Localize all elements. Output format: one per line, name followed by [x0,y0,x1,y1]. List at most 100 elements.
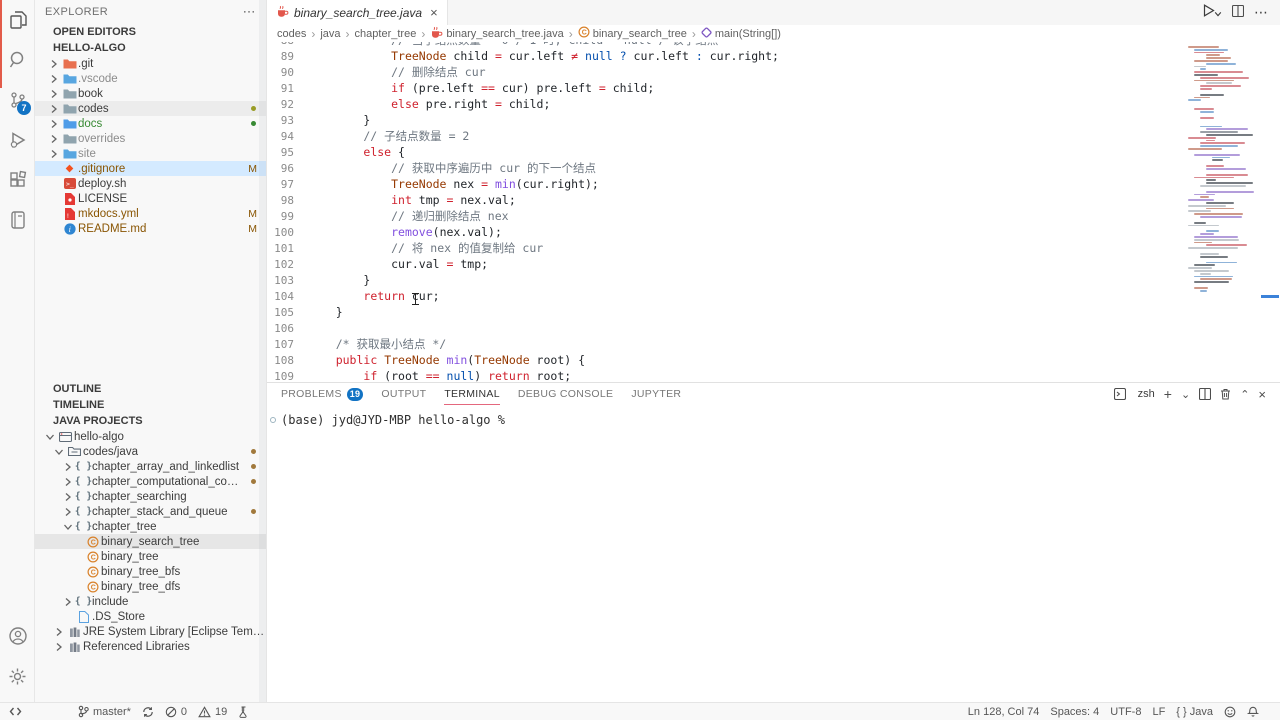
remote-status[interactable] [8,706,23,717]
tree-item-hello-algo[interactable]: hello-algo [35,429,266,444]
tree-item-codes-java[interactable]: codes/java [35,444,266,459]
panel-tab-terminal[interactable]: TERMINAL [444,383,500,405]
breadcrumb-item[interactable]: java [320,28,340,40]
tree-item-chapter_computational_complexity[interactable]: { }chapter_computational_complexity [35,474,266,489]
terminal-dropdown-icon[interactable]: ⌄ [1181,388,1190,401]
shell-name[interactable]: zsh [1138,388,1155,400]
section-outline[interactable]: OUTLINE [35,381,266,397]
search-icon[interactable] [0,40,35,80]
account-icon[interactable] [0,616,35,656]
kill-terminal-icon[interactable] [1220,388,1231,400]
panel-tab-output[interactable]: OUTPUT [381,383,426,405]
code-line-98: 98 int tmp = nex.val; [267,192,1188,208]
line-number: 97 [267,177,308,193]
branch-status[interactable]: master* [78,705,131,718]
beaker-status[interactable] [238,706,249,718]
tree-item-chapter_searching[interactable]: { }chapter_searching [35,489,266,504]
source-control-icon[interactable]: 7 [0,80,35,120]
lf-status[interactable]: LF [1152,706,1165,718]
code-line-106: 106 [267,320,1188,336]
terminal[interactable]: (base) jyd@JYD-MBP hello-algo % [267,405,1280,427]
remote-icon [8,706,23,717]
section-timeline[interactable]: TIMELINE [35,397,266,413]
warning-status[interactable]: 19 [198,706,227,718]
tab-binary-search-tree[interactable]: binary_search_tree.java × [267,0,448,25]
editor-more-actions-icon[interactable]: ⋯ [1254,4,1268,21]
tree-item-site[interactable]: site [35,146,266,161]
panel-tab-problems[interactable]: PROBLEMS19 [281,383,363,405]
split-terminal-icon[interactable] [1199,388,1211,400]
tree-item-binary_tree_dfs[interactable]: Cbinary_tree_dfs [35,579,266,594]
tree-item-book[interactable]: book [35,86,266,101]
tree-item-label: hello-algo [74,431,266,443]
status-label: Ln 128, Col 74 [968,706,1040,718]
tree-item-include[interactable]: { }include [35,594,266,609]
settings-icon[interactable] [0,656,35,696]
close-tab-icon[interactable]: × [430,5,438,20]
minimap[interactable] [1186,42,1256,300]
tree-item-chapter_tree[interactable]: { }chapter_tree [35,519,266,534]
line-number: 90 [267,65,308,81]
code-line-97: 97 TreeNode nex = min(cur.right); [267,176,1188,192]
maximize-panel-icon[interactable]: ⌃ [1240,388,1249,401]
overview-ruler[interactable] [1260,42,1280,382]
tree-item-chapter_stack_and_queue[interactable]: { }chapter_stack_and_queue [35,504,266,519]
tree-item-overrides[interactable]: overrides [35,131,266,146]
tree-item-readme.md[interactable]: iREADME.mdM [35,221,266,236]
spaces-4-status[interactable]: Spaces: 4 [1050,706,1099,718]
breadcrumb-item[interactable]: chapter_tree [355,28,417,40]
breadcrumb-item[interactable]: main(String[]) [701,27,781,41]
split-editor-icon[interactable] [1232,4,1244,22]
notebook-icon[interactable] [0,200,35,240]
breadcrumb-item[interactable]: binary_search_tree.java [430,26,563,42]
code-editor[interactable]: 88 // 当子结点数量 = 0 / 1 时, child = null / 该… [267,42,1280,382]
feedback-status[interactable] [1224,706,1236,718]
breadcrumb-separator: › [311,27,315,41]
error-status[interactable]: 0 [165,706,187,718]
tree-item-binary_search_tree[interactable]: Cbinary_search_tree [35,534,266,549]
tree-item-label: binary_tree [101,551,266,563]
views-more-actions-button[interactable]: ⋯ [243,4,256,20]
tree-item-.ds_store[interactable]: .DS_Store [35,609,266,624]
line-number: 104 [267,289,308,305]
panel-tab-debug-console[interactable]: DEBUG CONSOLE [518,383,614,405]
panel-tab-jupyter[interactable]: JUPYTER [631,383,681,405]
tree-item-license[interactable]: LICENSE [35,191,266,206]
sync-status[interactable] [142,706,154,718]
tree-item-.git[interactable]: .git [35,56,266,71]
-java-status[interactable]: { } Java [1176,706,1213,718]
tree-item-docs[interactable]: docs [35,116,266,131]
close-panel-icon[interactable]: × [1258,387,1266,402]
ln-128-col-74-status[interactable]: Ln 128, Col 74 [968,706,1040,718]
tree-item-codes[interactable]: codes [35,101,266,116]
code-line-95: 95 else { [267,144,1188,160]
bell-status[interactable] [1247,706,1259,718]
code-line-99: 99 // 递归删除结点 nex [267,208,1188,224]
tree-item-binary_tree_bfs[interactable]: Cbinary_tree_bfs [35,564,266,579]
tree-item-.gitignore[interactable]: .gitignoreM [35,161,266,176]
section-root-folder[interactable]: HELLO-ALGO [35,40,266,56]
tree-item-mkdocs.yml[interactable]: !mkdocs.ymlM [35,206,266,221]
run-java-button[interactable] [1201,3,1222,23]
tree-item-jre-system-library-eclipse-temurin-17-17....[interactable]: JRE System Library [Eclipse Temurin 17 [… [35,624,266,639]
tree-item-deploy.sh[interactable]: >_deploy.sh [35,176,266,191]
change-dot-badge [251,479,256,484]
section-open-editors[interactable]: OPEN EDITORS [35,24,266,40]
extensions-icon[interactable] [0,160,35,200]
tree-item-referenced-libraries[interactable]: Referenced Libraries [35,639,266,654]
breadcrumb-item[interactable]: Cbinary_search_tree [578,26,687,41]
tree-item-.vscode[interactable]: .vscode [35,71,266,86]
code-line-90: 90 // 删除结点 cur [267,64,1188,80]
run-debug-icon[interactable] [0,120,35,160]
section-java-projects[interactable]: JAVA PROJECTS [35,413,266,429]
folder-icon [61,73,78,85]
sidebar-scrollbar[interactable] [259,0,266,702]
breadcrumb-item[interactable]: codes [277,28,306,40]
folder-icon [61,148,78,160]
code-line-105: 105 } [267,304,1188,320]
new-terminal-button[interactable]: + [1164,386,1172,402]
explorer-icon[interactable] [0,0,35,40]
utf-8-status[interactable]: UTF-8 [1110,706,1141,718]
tree-item-chapter_array_and_linkedlist[interactable]: { }chapter_array_and_linkedlist [35,459,266,474]
tree-item-binary_tree[interactable]: Cbinary_tree [35,549,266,564]
